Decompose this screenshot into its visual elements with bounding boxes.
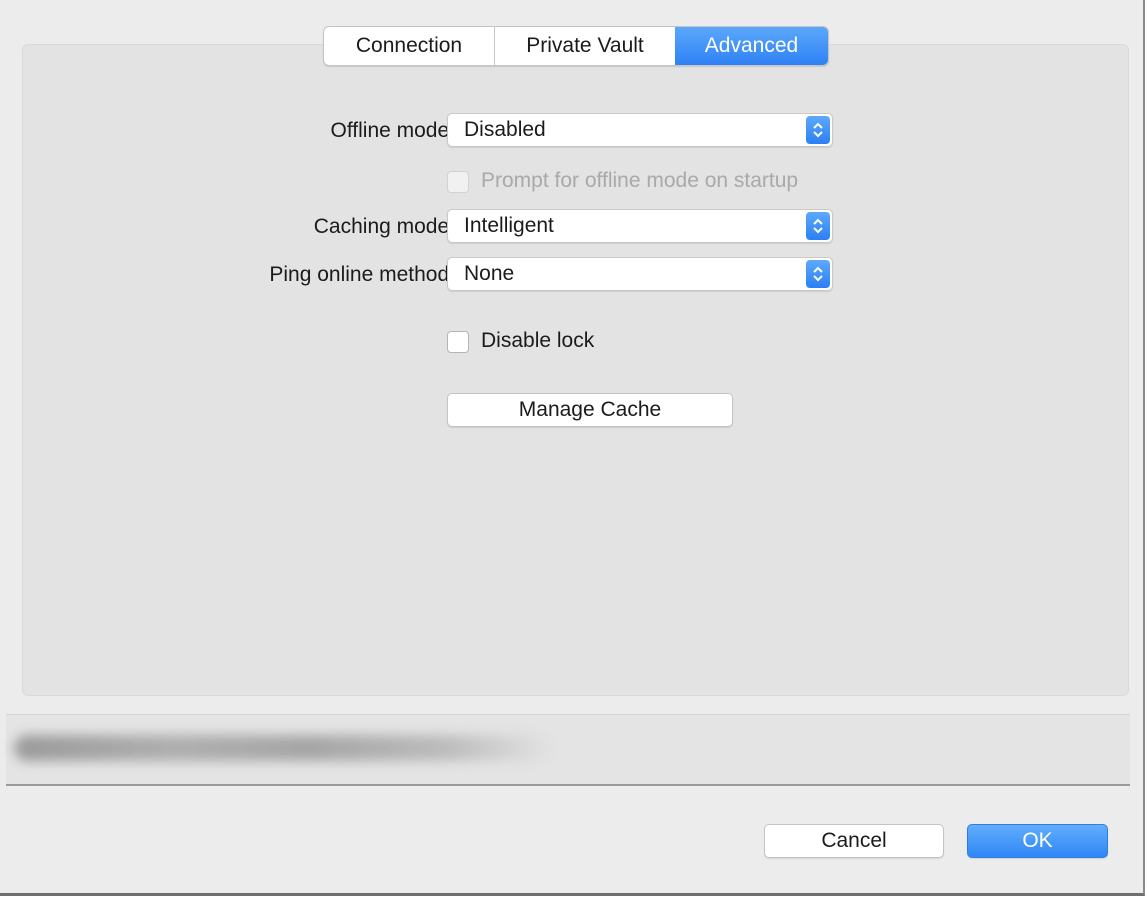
caching-mode-select[interactable]: Intelligent xyxy=(447,209,833,243)
prompt-offline-label: Prompt for offline mode on startup xyxy=(481,169,799,192)
disable-lock-checkbox[interactable] xyxy=(447,331,469,353)
caching-mode-label: Caching mode: xyxy=(313,215,455,238)
ping-method-value: None xyxy=(464,262,515,285)
chevron-up-down-icon xyxy=(806,212,830,240)
prompt-offline-checkbox[interactable] xyxy=(447,171,469,193)
blurred-status-text xyxy=(14,735,554,761)
cancel-button[interactable]: Cancel xyxy=(764,824,944,858)
ping-method-label: Ping online method: xyxy=(269,263,455,286)
offline-mode-value: Disabled xyxy=(464,118,546,141)
caching-mode-value: Intelligent xyxy=(464,214,554,237)
tab-private-vault[interactable]: Private Vault xyxy=(495,27,675,65)
ping-method-select[interactable]: None xyxy=(447,257,833,291)
offline-mode-label: Offline mode: xyxy=(330,119,455,142)
disable-lock-label: Disable lock xyxy=(481,329,595,352)
chevron-up-down-icon xyxy=(806,116,830,144)
status-bar xyxy=(6,714,1130,786)
tab-advanced[interactable]: Advanced xyxy=(675,27,828,65)
offline-mode-select[interactable]: Disabled xyxy=(447,113,833,147)
tab-bar: Connection Private Vault Advanced xyxy=(323,26,829,66)
ok-button[interactable]: OK xyxy=(967,824,1108,858)
preferences-window: Connection Private Vault Advanced Offlin… xyxy=(0,0,1145,896)
manage-cache-button[interactable]: Manage Cache xyxy=(447,393,733,427)
tab-connection[interactable]: Connection xyxy=(324,27,495,65)
chevron-up-down-icon xyxy=(806,260,830,288)
advanced-panel: Offline mode: Disabled Prompt for offlin… xyxy=(22,44,1129,696)
